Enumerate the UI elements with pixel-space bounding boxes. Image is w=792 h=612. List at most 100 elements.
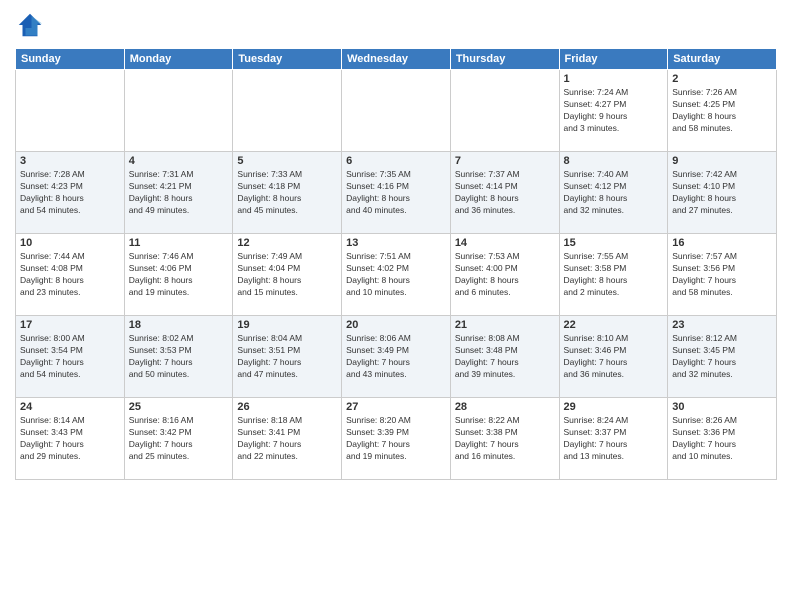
day-cell: 3 Sunrise: 7:28 AMSunset: 4:23 PMDaylight… (16, 152, 125, 234)
day-info: Sunrise: 7:31 AMSunset: 4:21 PMDaylight:… (129, 169, 229, 217)
weekday-header-saturday: Saturday (668, 49, 777, 70)
day-number: 23 (672, 319, 772, 331)
day-number: 10 (20, 237, 120, 249)
day-number: 16 (672, 237, 772, 249)
day-number: 15 (564, 237, 664, 249)
day-cell (16, 70, 125, 152)
page: SundayMondayTuesdayWednesdayThursdayFrid… (0, 0, 792, 612)
week-row-2: 3 Sunrise: 7:28 AMSunset: 4:23 PMDaylight… (16, 152, 777, 234)
logo-icon (15, 10, 45, 40)
day-cell: 20 Sunrise: 8:06 AMSunset: 3:49 PMDayligh… (342, 316, 451, 398)
day-number: 6 (346, 155, 446, 167)
day-cell: 17 Sunrise: 8:00 AMSunset: 3:54 PMDayligh… (16, 316, 125, 398)
day-info: Sunrise: 8:20 AMSunset: 3:39 PMDaylight:… (346, 415, 446, 463)
day-cell: 14 Sunrise: 7:53 AMSunset: 4:00 PMDayligh… (450, 234, 559, 316)
day-info: Sunrise: 8:22 AMSunset: 3:38 PMDaylight:… (455, 415, 555, 463)
day-cell (342, 70, 451, 152)
day-number: 26 (237, 401, 337, 413)
day-info: Sunrise: 8:10 AMSunset: 3:46 PMDaylight:… (564, 333, 664, 381)
day-cell: 7 Sunrise: 7:37 AMSunset: 4:14 PMDaylight… (450, 152, 559, 234)
day-number: 4 (129, 155, 229, 167)
day-number: 19 (237, 319, 337, 331)
day-info: Sunrise: 7:57 AMSunset: 3:56 PMDaylight:… (672, 251, 772, 299)
day-info: Sunrise: 8:14 AMSunset: 3:43 PMDaylight:… (20, 415, 120, 463)
calendar-table: SundayMondayTuesdayWednesdayThursdayFrid… (15, 48, 777, 480)
day-info: Sunrise: 8:00 AMSunset: 3:54 PMDaylight:… (20, 333, 120, 381)
week-row-1: 1 Sunrise: 7:24 AMSunset: 4:27 PMDaylight… (16, 70, 777, 152)
day-cell: 4 Sunrise: 7:31 AMSunset: 4:21 PMDaylight… (124, 152, 233, 234)
day-info: Sunrise: 8:06 AMSunset: 3:49 PMDaylight:… (346, 333, 446, 381)
day-info: Sunrise: 8:02 AMSunset: 3:53 PMDaylight:… (129, 333, 229, 381)
day-cell: 24 Sunrise: 8:14 AMSunset: 3:43 PMDayligh… (16, 398, 125, 480)
day-number: 1 (564, 73, 664, 85)
day-cell: 9Sunrise: 7:42 AMSunset: 4:10 PMDaylight… (668, 152, 777, 234)
day-info: Sunrise: 7:37 AMSunset: 4:14 PMDaylight:… (455, 169, 555, 217)
day-number: 22 (564, 319, 664, 331)
header (15, 10, 777, 40)
day-info: Sunrise: 7:24 AMSunset: 4:27 PMDaylight:… (564, 87, 664, 135)
day-number: 8 (564, 155, 664, 167)
weekday-header-sunday: Sunday (16, 49, 125, 70)
day-cell: 18 Sunrise: 8:02 AMSunset: 3:53 PMDayligh… (124, 316, 233, 398)
day-number: 2 (672, 73, 772, 85)
day-number: 14 (455, 237, 555, 249)
day-number: 18 (129, 319, 229, 331)
day-number: 7 (455, 155, 555, 167)
weekday-header-wednesday: Wednesday (342, 49, 451, 70)
day-number: 28 (455, 401, 555, 413)
day-cell: 19Sunrise: 8:04 AMSunset: 3:51 PMDayligh… (233, 316, 342, 398)
day-cell: 26Sunrise: 8:18 AMSunset: 3:41 PMDayligh… (233, 398, 342, 480)
logo (15, 10, 49, 40)
day-number: 25 (129, 401, 229, 413)
day-cell: 28 Sunrise: 8:22 AMSunset: 3:38 PMDayligh… (450, 398, 559, 480)
day-info: Sunrise: 7:51 AMSunset: 4:02 PMDaylight:… (346, 251, 446, 299)
week-row-3: 10 Sunrise: 7:44 AMSunset: 4:08 PMDayligh… (16, 234, 777, 316)
day-number: 24 (20, 401, 120, 413)
day-cell: 10 Sunrise: 7:44 AMSunset: 4:08 PMDayligh… (16, 234, 125, 316)
day-cell (450, 70, 559, 152)
day-cell: 23 Sunrise: 8:12 AMSunset: 3:45 PMDayligh… (668, 316, 777, 398)
weekday-header-tuesday: Tuesday (233, 49, 342, 70)
day-cell: 2 Sunrise: 7:26 AMSunset: 4:25 PMDaylight… (668, 70, 777, 152)
week-row-4: 17 Sunrise: 8:00 AMSunset: 3:54 PMDayligh… (16, 316, 777, 398)
day-cell: 30Sunrise: 8:26 AMSunset: 3:36 PMDayligh… (668, 398, 777, 480)
weekday-header-friday: Friday (559, 49, 668, 70)
day-cell: 15 Sunrise: 7:55 AMSunset: 3:58 PMDayligh… (559, 234, 668, 316)
weekday-header-monday: Monday (124, 49, 233, 70)
day-info: Sunrise: 7:40 AMSunset: 4:12 PMDaylight:… (564, 169, 664, 217)
day-number: 27 (346, 401, 446, 413)
day-number: 5 (237, 155, 337, 167)
day-cell: 12Sunrise: 7:49 AMSunset: 4:04 PMDayligh… (233, 234, 342, 316)
day-info: Sunrise: 7:26 AMSunset: 4:25 PMDaylight:… (672, 87, 772, 135)
day-cell (124, 70, 233, 152)
day-cell: 5Sunrise: 7:33 AMSunset: 4:18 PMDaylight… (233, 152, 342, 234)
day-info: Sunrise: 7:28 AMSunset: 4:23 PMDaylight:… (20, 169, 120, 217)
day-number: 21 (455, 319, 555, 331)
day-info: Sunrise: 8:08 AMSunset: 3:48 PMDaylight:… (455, 333, 555, 381)
day-cell: 21 Sunrise: 8:08 AMSunset: 3:48 PMDayligh… (450, 316, 559, 398)
day-number: 30 (672, 401, 772, 413)
weekday-header-thursday: Thursday (450, 49, 559, 70)
day-info: Sunrise: 8:24 AMSunset: 3:37 PMDaylight:… (564, 415, 664, 463)
day-info: Sunrise: 7:35 AMSunset: 4:16 PMDaylight:… (346, 169, 446, 217)
day-cell: 6 Sunrise: 7:35 AMSunset: 4:16 PMDaylight… (342, 152, 451, 234)
day-cell: 8 Sunrise: 7:40 AMSunset: 4:12 PMDaylight… (559, 152, 668, 234)
day-number: 13 (346, 237, 446, 249)
day-cell: 25Sunrise: 8:16 AMSunset: 3:42 PMDayligh… (124, 398, 233, 480)
day-cell: 1 Sunrise: 7:24 AMSunset: 4:27 PMDaylight… (559, 70, 668, 152)
day-number: 29 (564, 401, 664, 413)
day-number: 3 (20, 155, 120, 167)
day-info: Sunrise: 8:12 AMSunset: 3:45 PMDaylight:… (672, 333, 772, 381)
day-info: Sunrise: 7:44 AMSunset: 4:08 PMDaylight:… (20, 251, 120, 299)
day-number: 17 (20, 319, 120, 331)
weekday-header-row: SundayMondayTuesdayWednesdayThursdayFrid… (16, 49, 777, 70)
day-info: Sunrise: 7:42 AMSunset: 4:10 PMDaylight:… (672, 169, 772, 217)
day-cell: 27 Sunrise: 8:20 AMSunset: 3:39 PMDayligh… (342, 398, 451, 480)
day-info: Sunrise: 7:53 AMSunset: 4:00 PMDaylight:… (455, 251, 555, 299)
day-info: Sunrise: 7:55 AMSunset: 3:58 PMDaylight:… (564, 251, 664, 299)
day-number: 20 (346, 319, 446, 331)
day-cell: 22 Sunrise: 8:10 AMSunset: 3:46 PMDayligh… (559, 316, 668, 398)
day-number: 12 (237, 237, 337, 249)
day-cell (233, 70, 342, 152)
day-cell: 29 Sunrise: 8:24 AMSunset: 3:37 PMDayligh… (559, 398, 668, 480)
